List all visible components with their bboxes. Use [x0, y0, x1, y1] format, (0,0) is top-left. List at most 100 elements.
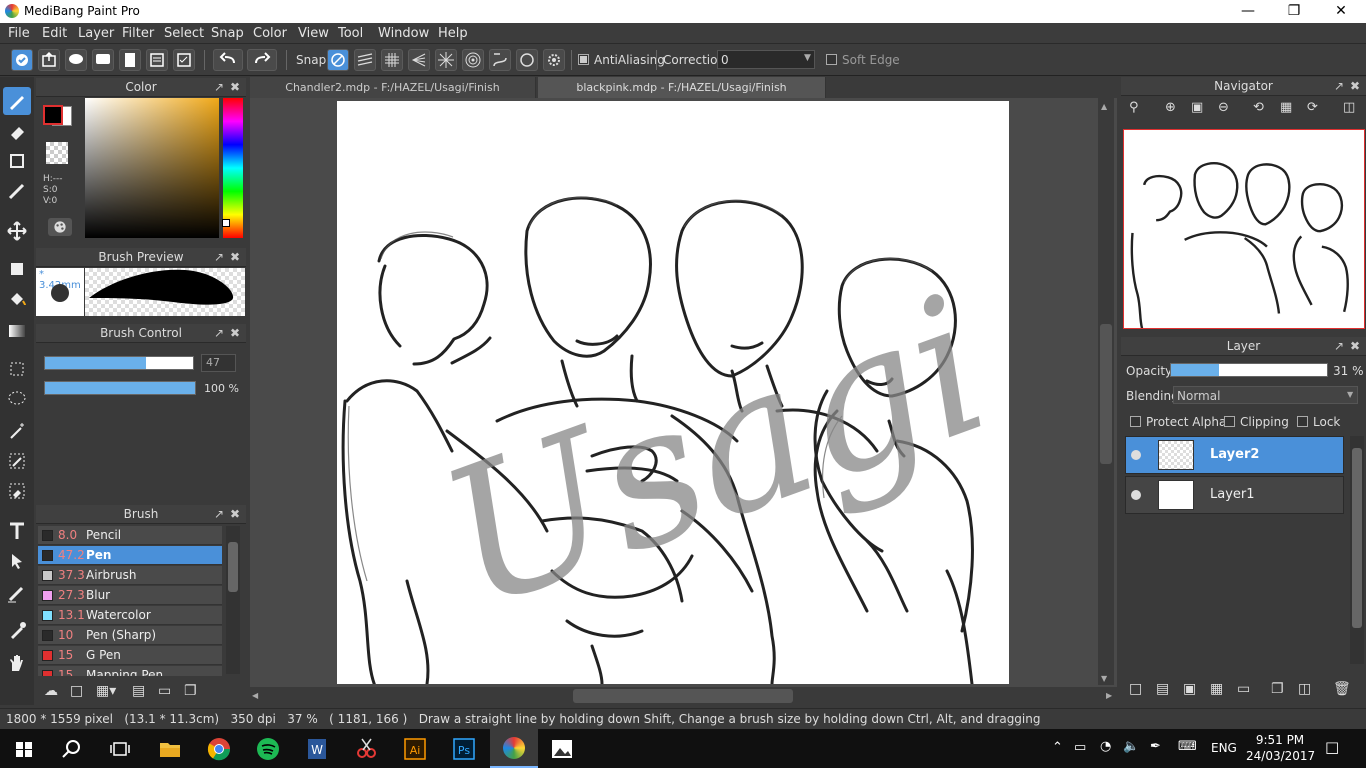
brush-size-slider[interactable] [44, 356, 194, 370]
delete-layer-icon[interactable]: 🗑 [1333, 681, 1351, 697]
keyboard-icon[interactable]: ⌨ [1178, 739, 1197, 754]
close-panel-icon[interactable]: ✖ [230, 248, 240, 267]
brush-item[interactable]: 47.2 Pen [38, 546, 222, 565]
float-panel-icon[interactable]: ↗ [214, 78, 224, 97]
actual-size-icon[interactable]: ▦ [1280, 100, 1292, 115]
cloud-save-icon[interactable] [11, 49, 33, 71]
palette-icon[interactable] [48, 218, 72, 236]
correction-select[interactable]: 0 ▼ [717, 50, 815, 69]
brush-settings-icon[interactable]: ▤ [132, 683, 145, 699]
brush-type-dropdown-icon[interactable]: ▦▾ [96, 683, 116, 699]
canvas-hscroll-thumb[interactable] [573, 689, 793, 703]
word-icon[interactable]: W [301, 733, 333, 765]
duplicate-brush-icon[interactable]: ❐ [184, 683, 197, 699]
primary-color-swatch[interactable] [43, 105, 63, 125]
brush-item[interactable]: 13.1 Watercolor [38, 606, 222, 625]
eyedropper-tool-icon[interactable] [3, 617, 31, 645]
snap-settings-icon[interactable] [543, 49, 565, 71]
photos-icon[interactable] [546, 733, 578, 765]
antialiasing-checkbox[interactable] [578, 54, 589, 65]
protect-alpha-checkbox[interactable] [1130, 416, 1141, 427]
navigator-preview[interactable] [1123, 129, 1365, 329]
minimize-button[interactable]: — [1225, 0, 1271, 23]
zoom-fit-icon[interactable]: ⚲ [1129, 100, 1139, 115]
snap-parallel-icon[interactable] [354, 49, 376, 71]
rotate-left-icon[interactable]: ⟲ [1253, 100, 1264, 115]
menu-filter[interactable]: Filter [122, 26, 154, 41]
new-halftone-layer-icon[interactable]: ▦ [1210, 681, 1223, 697]
rectangle-tool-icon[interactable] [3, 147, 31, 175]
file-explorer-icon[interactable] [154, 733, 186, 765]
snap-concentric-icon[interactable] [462, 49, 484, 71]
cloud-brush-icon[interactable]: ☁ [44, 683, 58, 699]
float-panel-icon[interactable]: ↗ [1334, 337, 1344, 356]
snap-off-icon[interactable] [327, 49, 349, 71]
clipping-checkbox[interactable] [1224, 416, 1235, 427]
message-icon[interactable] [92, 49, 114, 71]
snap-circle-icon[interactable] [516, 49, 538, 71]
undo-button[interactable] [213, 49, 243, 71]
brush-size-input[interactable]: 47 [201, 354, 236, 372]
snap-radial-icon[interactable] [435, 49, 457, 71]
medibang-taskbar-button[interactable] [490, 729, 538, 768]
spotify-icon[interactable] [252, 733, 284, 765]
hand-tool-icon[interactable] [3, 649, 31, 677]
brush-opacity-slider[interactable] [44, 381, 196, 395]
redo-button[interactable] [247, 49, 277, 71]
transparent-color-swatch[interactable] [46, 142, 68, 164]
bucket-tool-icon[interactable] [3, 285, 31, 313]
illustrator-icon[interactable]: Ai [399, 733, 431, 765]
layer-opacity-slider[interactable] [1170, 363, 1328, 377]
rotate-right-icon[interactable]: ⟳ [1307, 100, 1318, 115]
hue-slider[interactable] [223, 98, 243, 238]
float-panel-icon[interactable]: ↗ [1334, 77, 1344, 96]
duplicate-layer-icon[interactable]: ❐ [1271, 681, 1284, 697]
wifi-icon[interactable]: ◔ [1100, 739, 1111, 754]
pen-icon[interactable]: ✒ [1150, 739, 1161, 754]
lasso-tool-icon[interactable] [3, 385, 31, 413]
brush-item[interactable]: 15 G Pen [38, 646, 222, 665]
battery-icon[interactable]: ▭ [1074, 740, 1086, 755]
close-panel-icon[interactable]: ✖ [1350, 337, 1360, 356]
tab-blackpink[interactable]: blackpink.mdp - F:/HAZEL/Usagi/Finish [538, 77, 826, 98]
operation-tool-icon[interactable] [3, 547, 31, 575]
divide-tool-icon[interactable] [3, 579, 31, 607]
photoshop-icon[interactable]: Ps [448, 733, 480, 765]
new-folder-icon[interactable]: ▭ [1237, 681, 1250, 697]
brush-item[interactable]: 15 Mapping Pen [38, 666, 222, 676]
text-tool-icon[interactable] [3, 517, 31, 545]
menu-select[interactable]: Select [164, 26, 204, 41]
layer-list-scroll-thumb[interactable] [1352, 448, 1362, 628]
search-icon[interactable] [56, 733, 88, 765]
snap-curve-icon[interactable] [489, 49, 511, 71]
checklist-icon[interactable] [173, 49, 195, 71]
drawing-canvas[interactable]: Usagi [337, 101, 1009, 684]
menu-help[interactable]: Help [438, 26, 468, 41]
menu-color[interactable]: Color [253, 26, 287, 41]
move-tool-icon[interactable] [3, 217, 31, 245]
close-panel-icon[interactable]: ✖ [230, 78, 240, 97]
close-panel-icon[interactable]: ✖ [230, 505, 240, 524]
zoom-in-icon[interactable]: ⊕ [1165, 100, 1176, 115]
gradient-tool-icon[interactable] [3, 317, 31, 345]
sniping-tool-icon[interactable] [350, 733, 382, 765]
blending-select[interactable]: Normal ▼ [1173, 386, 1358, 404]
new-layer-icon[interactable]: □ [1129, 681, 1142, 697]
brush-item[interactable]: 8.0 Pencil [38, 526, 222, 545]
scroll-right-icon[interactable]: ▶ [1106, 691, 1112, 700]
fill-rect-tool-icon[interactable] [3, 255, 31, 283]
select-pen-tool-icon[interactable] [3, 447, 31, 475]
scroll-left-icon[interactable]: ◀ [252, 691, 258, 700]
restore-button[interactable]: ❐ [1271, 0, 1317, 23]
close-panel-icon[interactable]: ✖ [1350, 77, 1360, 96]
flip-icon[interactable]: ◫ [1343, 100, 1355, 115]
menu-tool[interactable]: Tool [338, 26, 363, 41]
brush-list-scrollbar[interactable] [226, 526, 240, 674]
language-indicator[interactable]: ENG [1211, 741, 1237, 755]
menu-view[interactable]: View [298, 26, 329, 41]
menu-layer[interactable]: Layer [78, 26, 114, 41]
layer-list-scrollbar[interactable] [1350, 436, 1364, 664]
zoom-out-icon[interactable]: ⊖ [1218, 100, 1229, 115]
brush-item[interactable]: 27.3 Blur [38, 586, 222, 605]
menu-file[interactable]: File [8, 26, 30, 41]
